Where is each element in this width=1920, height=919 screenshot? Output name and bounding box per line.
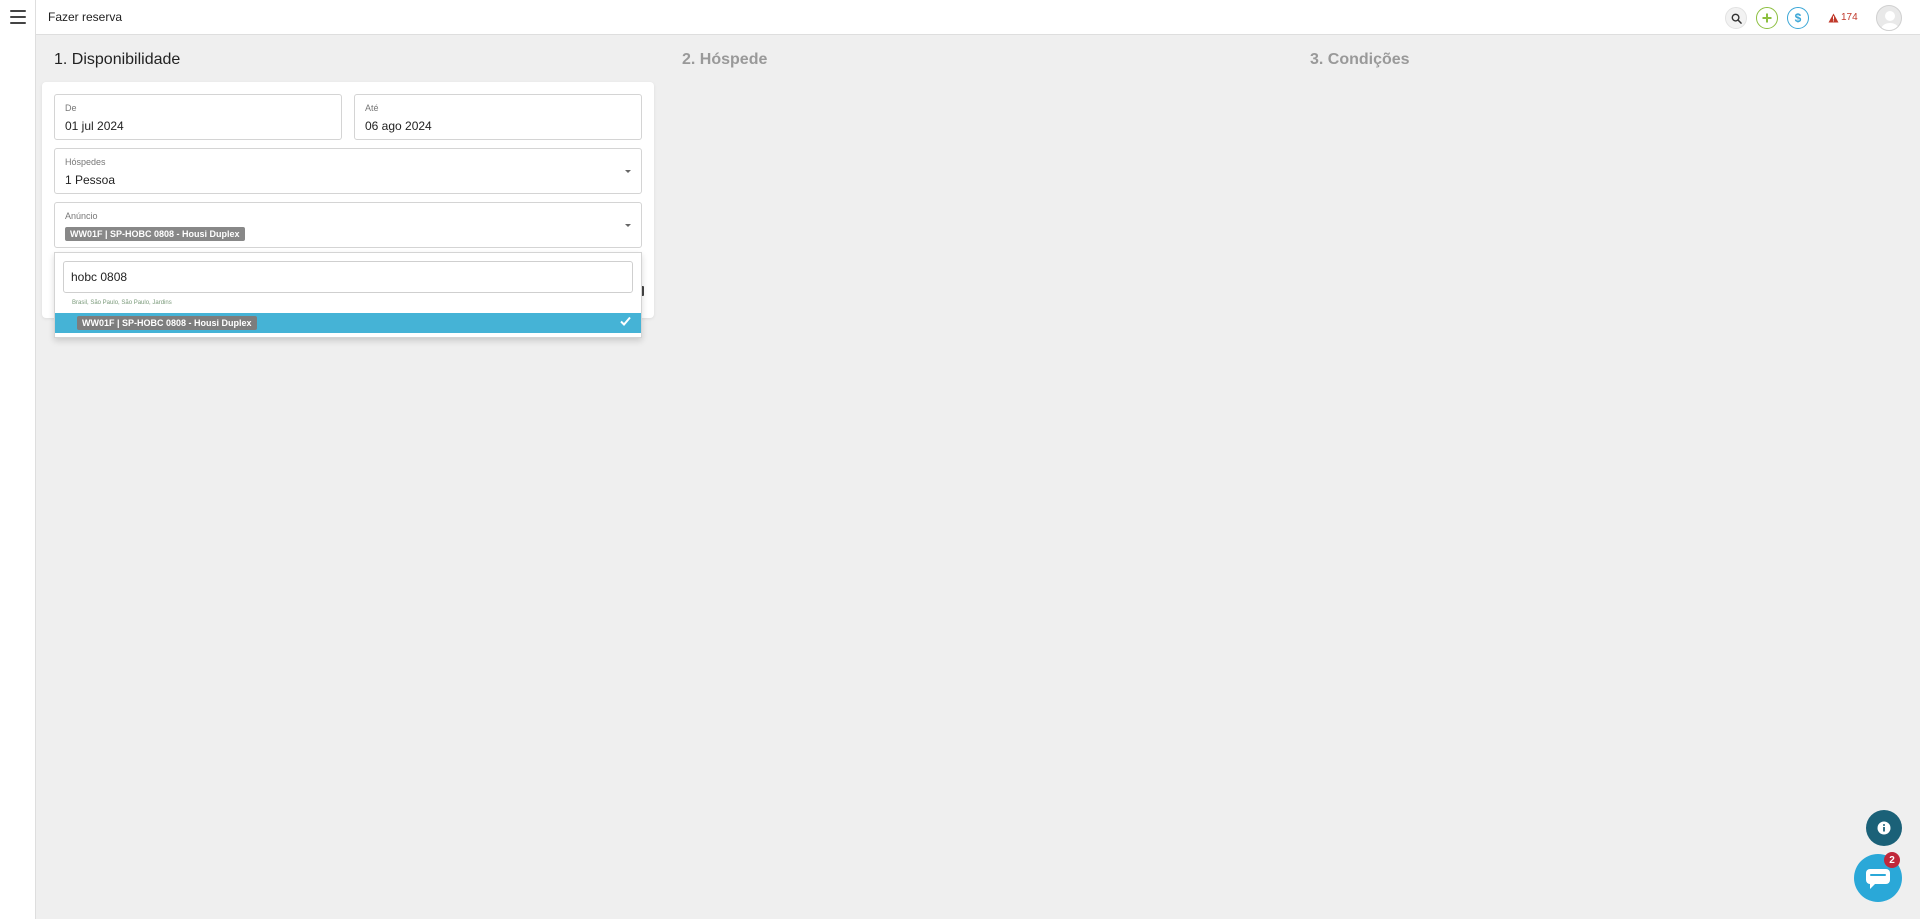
- info-button[interactable]: [1866, 810, 1902, 846]
- to-date-label: Até: [365, 103, 379, 113]
- from-date-field[interactable]: De 01 jul 2024: [54, 94, 342, 140]
- page-title: Fazer reserva: [48, 10, 123, 24]
- guests-value: 1 Pessoa: [65, 173, 116, 187]
- chat-icon: [1866, 869, 1890, 889]
- from-date-label: De: [65, 103, 77, 113]
- search-icon: [1731, 13, 1742, 24]
- dollar-icon: $: [1794, 11, 1802, 25]
- money-button[interactable]: $: [1787, 7, 1809, 29]
- warning-icon: [1828, 13, 1839, 22]
- listing-select[interactable]: Anúncio WW01F | SP-HOBC 0808 - Housi Dup…: [54, 202, 642, 248]
- to-date-value: 06 ago 2024: [365, 119, 432, 133]
- listing-dropdown: Brasil, São Paulo, São Paulo, Jardins WW…: [54, 252, 642, 338]
- search-button[interactable]: [1725, 7, 1747, 29]
- info-icon: [1877, 821, 1891, 835]
- guests-label: Hóspedes: [65, 157, 106, 167]
- listing-label: Anúncio: [65, 211, 98, 221]
- step-availability: 1. Disponibilidade: [54, 51, 181, 68]
- alerts-indicator[interactable]: 174: [1828, 12, 1858, 23]
- chat-badge: 2: [1884, 852, 1900, 868]
- user-avatar-icon: [1881, 11, 1899, 30]
- listing-search-input[interactable]: [63, 261, 633, 293]
- top-bar: Fazer reserva $ 174: [36, 0, 1920, 35]
- listing-option-label: WW01F | SP-HOBC 0808 - Housi Duplex: [77, 316, 257, 330]
- sidebar: [0, 0, 36, 919]
- check-icon: [620, 316, 631, 326]
- listing-selected-tag: WW01F | SP-HOBC 0808 - Housi Duplex: [65, 227, 245, 241]
- user-avatar[interactable]: [1876, 5, 1902, 31]
- hamburger-menu-icon[interactable]: [8, 8, 28, 26]
- from-date-value: 01 jul 2024: [65, 119, 124, 133]
- chevron-down-icon: [625, 224, 631, 227]
- step-guest: 2. Hóspede: [682, 51, 768, 68]
- alert-count: 174: [1841, 12, 1858, 23]
- add-button[interactable]: [1756, 7, 1778, 29]
- plus-icon: [1762, 13, 1772, 23]
- listing-option[interactable]: WW01F | SP-HOBC 0808 - Housi Duplex: [55, 313, 641, 333]
- step-conditions: 3. Condições: [1310, 51, 1410, 68]
- to-date-field[interactable]: Até 06 ago 2024: [354, 94, 642, 140]
- guests-select[interactable]: Hóspedes 1 Pessoa: [54, 148, 642, 194]
- option-group-location: Brasil, São Paulo, São Paulo, Jardins: [72, 300, 172, 306]
- chevron-down-icon: [625, 170, 631, 173]
